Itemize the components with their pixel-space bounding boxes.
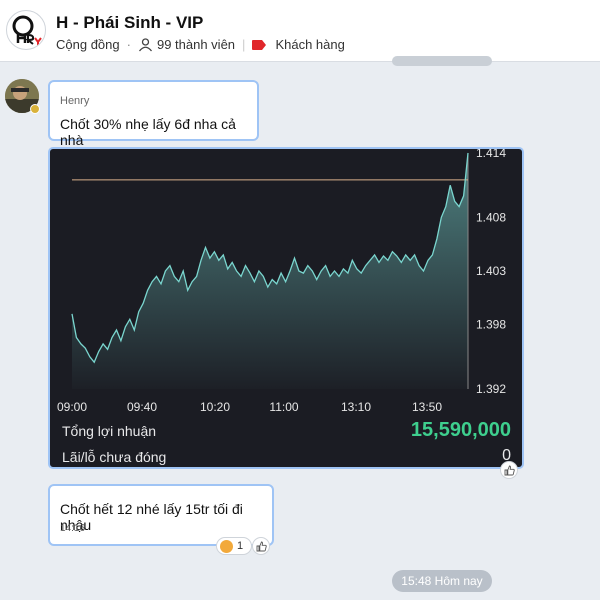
message-time: 14:16 [60,523,86,534]
separator-dot: · [126,37,131,52]
group-logo[interactable] [6,10,46,50]
unrealized-pnl-label: Lãi/lỗ chưa đóng [62,449,167,465]
chart-x-tick-label: 13:50 [412,400,442,411]
chat-header: H - Phái Sinh - VIP Cộng đồng · 99 thành… [0,0,600,62]
total-profit-value: 15,590,000 [410,419,511,441]
customer-tag-label[interactable]: Khách hàng [275,37,344,52]
chart-image-message[interactable]: 1.414 1.408 1.403 1.398 1.392 09:00 09:40 10:20… [48,147,524,469]
chart-area-fill [72,153,468,389]
laughing-emoji-icon [220,539,233,553]
group-type-label: Cộng đồng [56,37,120,52]
message-text: Chốt hết 12 nhé lấy 15tr tối đi nhậu [60,501,243,533]
avatar-key-badge [30,104,40,114]
sender-name[interactable]: Henry [60,95,89,107]
thumbs-up-icon [256,541,267,551]
chart-y-tick-label: 1.408 [476,210,506,224]
reaction-count: 1 [237,540,244,552]
price-chart: 1.414 1.408 1.403 1.398 1.392 09:00 09:40 10:20… [57,149,506,411]
group-title: H - Phái Sinh - VIP [56,13,204,32]
date-divider-top [392,56,492,66]
date-divider: 15:48 Hôm nay [392,570,492,592]
tag-icon [252,39,267,50]
separator-bar: | [242,37,246,52]
chart-x-tick-label: 11:00 [269,400,298,411]
chart-y-tick-label: 1.398 [476,318,506,332]
chart-x-tick-label: 09:00 [57,400,87,411]
thumbs-up-icon [504,465,515,475]
chart-x-tick-label: 13:10 [341,400,371,411]
chart-y-tick-label: 1.392 [476,382,506,396]
like-button[interactable] [500,461,518,479]
chart-x-tick-label: 09:40 [127,400,157,411]
message-text: Chốt 30% nhẹ lấy 6đ nha cả nhà [60,116,236,148]
reaction-badge[interactable]: 1 [216,537,252,555]
group-meta: Cộng đồng · 99 thành viên | Khách hàng [56,37,345,52]
message-bubble[interactable]: Henry Chốt 30% nhẹ lấy 6đ nha cả nhà [48,80,259,148]
chart-y-tick-label: 1.403 [476,264,506,278]
chart-x-tick-label: 10:20 [200,400,230,411]
total-profit-label: Tổng lợi nhuận [62,423,157,439]
members-icon [138,37,152,51]
chart-y-tick-label: 1.414 [476,149,506,160]
members-count[interactable]: 99 thành viên [157,37,235,52]
like-button[interactable] [252,537,270,555]
